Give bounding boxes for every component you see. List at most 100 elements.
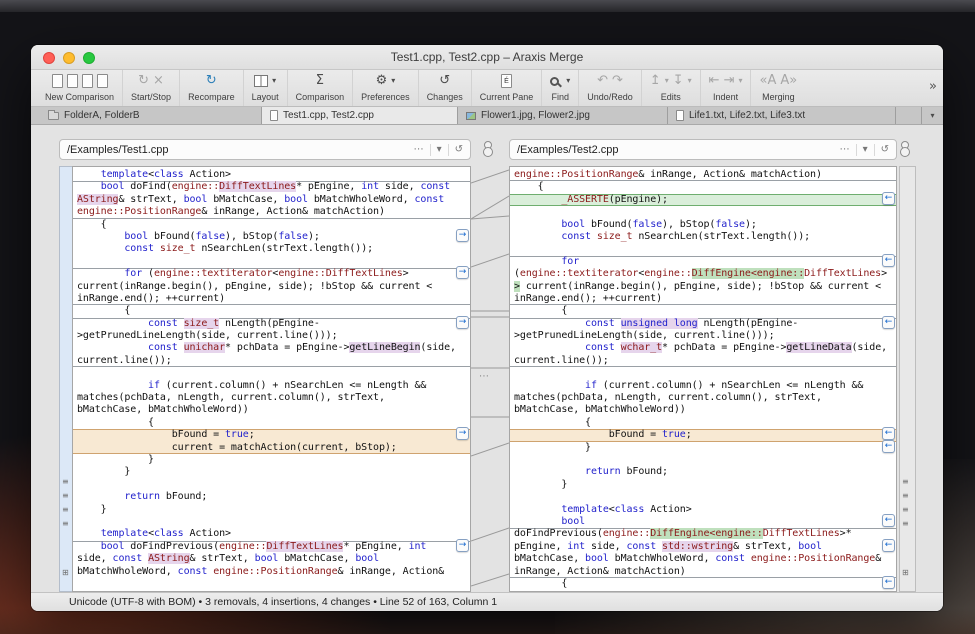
code-token: { [514, 181, 544, 192]
toolbar-overflow-chevron[interactable]: » [929, 79, 937, 94]
sync-views-icon-left[interactable] [483, 141, 493, 156]
right-code-area[interactable]: engine::PositionRange& inRange, Action& … [509, 166, 897, 592]
caret-icon[interactable]: ▾ [665, 73, 669, 89]
code-token: ; [686, 429, 692, 440]
code-line: { [510, 578, 896, 590]
tab-foldera-folderb[interactable]: FolderA, FolderB [40, 107, 262, 124]
cols-icon[interactable] [254, 75, 268, 87]
toolbar-group-start-stop[interactable]: ↻×Start/Stop [122, 70, 179, 106]
merge-r-icon[interactable]: A» [780, 73, 797, 89]
merge-to-left-button[interactable]: ← [882, 192, 895, 205]
recompare-icon[interactable]: ↻ [206, 73, 217, 89]
toolbar-group-new-comparison[interactable]: New Comparison [37, 70, 122, 106]
gear-icon[interactable]: ⚙ [376, 73, 388, 89]
toolbar-group-layout[interactable]: ▾Layout [243, 70, 287, 106]
code-token: >* [840, 528, 852, 539]
toolbar-group-current-pane[interactable]: ÉCurrent Pane [471, 70, 542, 106]
left-pane-header[interactable]: /Examples/Test1.cpp ⋯▾↺ [59, 139, 471, 160]
code-line: current.line()); [510, 355, 896, 367]
merge-to-right-button[interactable]: → [456, 316, 469, 329]
history-icon[interactable]: ↺ [881, 142, 889, 158]
right-scroll-strip[interactable]: ≡≡≡≡⊞ [899, 166, 916, 592]
edit-down-icon[interactable]: ↧ [673, 73, 684, 89]
toolbar-group-label: Changes [427, 92, 463, 102]
merge-to-right-button[interactable]: → [456, 427, 469, 440]
merge-to-left-button[interactable]: ← [882, 440, 895, 453]
merge-to-left-button[interactable]: ← [882, 576, 895, 589]
toolbar-group-preferences[interactable]: ⚙▾Preferences [352, 70, 418, 106]
history-icon[interactable]: ↺ [455, 142, 463, 158]
mag-icon[interactable] [550, 77, 559, 86]
doc-e-icon[interactable]: É [501, 74, 512, 88]
zoom-window-button[interactable] [83, 52, 95, 64]
indent-r-icon[interactable]: ⇥ [724, 73, 735, 89]
toolbar-group-indent[interactable]: ⇤⇥▾Indent [700, 70, 751, 106]
code-token [514, 504, 561, 515]
merge-to-left-button[interactable]: ← [882, 539, 895, 552]
merge-to-right-button[interactable]: → [456, 266, 469, 279]
left-overview-strip[interactable]: ≡≡≡≡⊞ [59, 166, 72, 592]
caret-icon[interactable]: ▾ [688, 73, 692, 89]
merge-to-left-button[interactable]: ← [882, 427, 895, 440]
caret-icon[interactable]: ▾ [272, 73, 276, 89]
redo-icon[interactable]: ↷ [612, 73, 623, 89]
code-line: bool [510, 516, 896, 528]
right-pane-header[interactable]: /Examples/Test2.cpp ⋯▾↺ [509, 139, 897, 160]
merge-to-right-button[interactable]: → [456, 539, 469, 552]
edit-up-icon[interactable]: ↥ [650, 73, 661, 89]
toolbar-groups: New Comparison↻×Start/Stop↻Recompare▾Lay… [37, 70, 805, 106]
undo-icon[interactable]: ↶ [597, 73, 608, 89]
merge-to-left-button[interactable]: ← [882, 316, 895, 329]
close-window-button[interactable] [43, 52, 55, 64]
tab-test1-cpp-test2-cpp[interactable]: Test1.cpp, Test2.cpp [262, 107, 458, 124]
code-token: AString [77, 194, 118, 205]
code-token: (pEngine); [609, 194, 668, 205]
toolbar-group-comparison[interactable]: ΣComparison [287, 70, 353, 106]
toolbar-group-undo-redo[interactable]: ↶↷Undo/Redo [578, 70, 641, 106]
toolbar-group-recompare[interactable]: ↻Recompare [179, 70, 243, 106]
toolbar-group-merging[interactable]: «AA»Merging [750, 70, 805, 106]
code-token: bool [355, 553, 379, 564]
indent-l-icon[interactable]: ⇤ [709, 73, 720, 89]
code-token: size_t [160, 243, 196, 254]
caret-icon[interactable]: ▾ [566, 73, 570, 89]
caret-icon[interactable]: ▾ [738, 73, 742, 89]
merge-to-left-button[interactable]: ← [882, 514, 895, 527]
code-line: if (current.column() + nSearchLen <= nLe… [73, 380, 470, 392]
toolbar-group-find[interactable]: ▾Find [541, 70, 578, 106]
changes-icon[interactable]: ↺ [439, 73, 450, 89]
start-icon[interactable]: ↻ [138, 73, 149, 89]
code-token: current(inRange.begin(), pEngine, side);… [520, 281, 881, 292]
code-token: size_t [184, 318, 220, 329]
merge-l-icon[interactable]: «A [759, 73, 776, 89]
sigma-icon[interactable]: Σ [316, 73, 324, 89]
toolbar-group-icons: «AA» [759, 72, 797, 90]
ellipsis-icon[interactable]: ⋯ [840, 142, 850, 158]
caret-icon[interactable]: ▾ [391, 73, 395, 89]
titlebar[interactable]: Test1.cpp, Test2.cpp – Araxis Merge [31, 45, 943, 70]
sync-views-icon-right[interactable] [900, 141, 910, 156]
minimize-window-button[interactable] [63, 52, 75, 64]
code-line: { [73, 219, 470, 231]
tab-label: Flower1.jpg, Flower2.jpg [481, 110, 590, 121]
code-line: engine::PositionRange& inRange, Action& … [510, 169, 896, 181]
tab-flower1-jpg-flower2-jpg[interactable]: Flower1.jpg, Flower2.jpg [458, 107, 668, 124]
toolbar-group-changes[interactable]: ↺ Changes [418, 70, 471, 106]
merge-to-left-button[interactable]: ← [882, 254, 895, 267]
code-line: matches(pchData, nLength, current.column… [73, 392, 470, 404]
stop-icon[interactable]: × [153, 73, 164, 89]
dropdown-icon[interactable]: ▾ [437, 142, 442, 158]
doc-icon[interactable] [52, 74, 63, 88]
doc-icon[interactable] [97, 74, 108, 88]
toolbar-group-edits[interactable]: ↥▾↧▾Edits [641, 70, 700, 106]
tab-life1-txt-life2-txt-life3-txt[interactable]: Life1.txt, Life2.txt, Life3.txt [668, 107, 896, 124]
code-token: * pEngine, [343, 541, 408, 552]
dropdown-icon[interactable]: ▾ [863, 142, 868, 158]
ellipsis-icon[interactable]: ⋯ [414, 142, 424, 158]
left-code-area[interactable]: template<class Action> bool doFind(engin… [72, 166, 471, 592]
doc-icon[interactable] [67, 74, 78, 88]
doc-icon[interactable] [82, 74, 93, 88]
code-token: & inRange, Action& matchAction) [201, 206, 385, 217]
merge-to-right-button[interactable]: → [456, 229, 469, 242]
tab-list-dropdown[interactable]: ▾ [921, 107, 943, 124]
